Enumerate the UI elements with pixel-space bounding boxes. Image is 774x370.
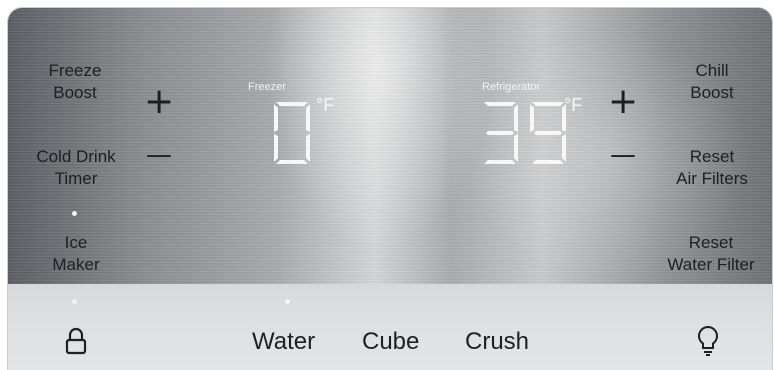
freeze-boost-button[interactable]: Freeze Boost	[30, 60, 120, 104]
freezer-temperature-display: 0	[274, 102, 310, 164]
cold-drink-timer-button[interactable]: Cold Drink Timer	[22, 146, 130, 190]
crush-button[interactable]: Crush	[465, 328, 529, 356]
reset-air-filters-button[interactable]: Reset Air Filters	[658, 146, 766, 190]
refrigerator-plus-button[interactable]: +	[608, 84, 638, 120]
lock-icon[interactable]	[64, 326, 88, 356]
refrigerator-label: Refrigerator	[482, 81, 541, 93]
lock-indicator	[72, 299, 77, 304]
ice-maker-button[interactable]: Ice Maker	[36, 232, 116, 276]
chill-boost-button[interactable]: Chill Boost	[672, 60, 752, 104]
water-button[interactable]: Water	[252, 328, 315, 356]
water-indicator	[285, 299, 290, 304]
refrigerator-unit: °F	[564, 95, 583, 115]
freezer-label: Freezer	[248, 81, 286, 93]
dispenser-strip	[8, 284, 772, 370]
refrigerator-minus-button[interactable]: —	[610, 140, 636, 170]
control-panel: Freeze Boost Cold Drink Timer Ice Maker …	[8, 8, 772, 370]
reset-water-filter-button[interactable]: Reset Water Filter	[652, 232, 770, 276]
light-bulb-icon[interactable]	[696, 325, 720, 357]
freezer-minus-button[interactable]: —	[146, 140, 172, 170]
freezer-unit: °F	[316, 95, 335, 115]
ice-maker-indicator	[72, 211, 77, 216]
cube-button[interactable]: Cube	[362, 328, 419, 356]
freezer-plus-button[interactable]: +	[144, 84, 174, 120]
refrigerator-temperature-display: 39	[484, 102, 566, 164]
